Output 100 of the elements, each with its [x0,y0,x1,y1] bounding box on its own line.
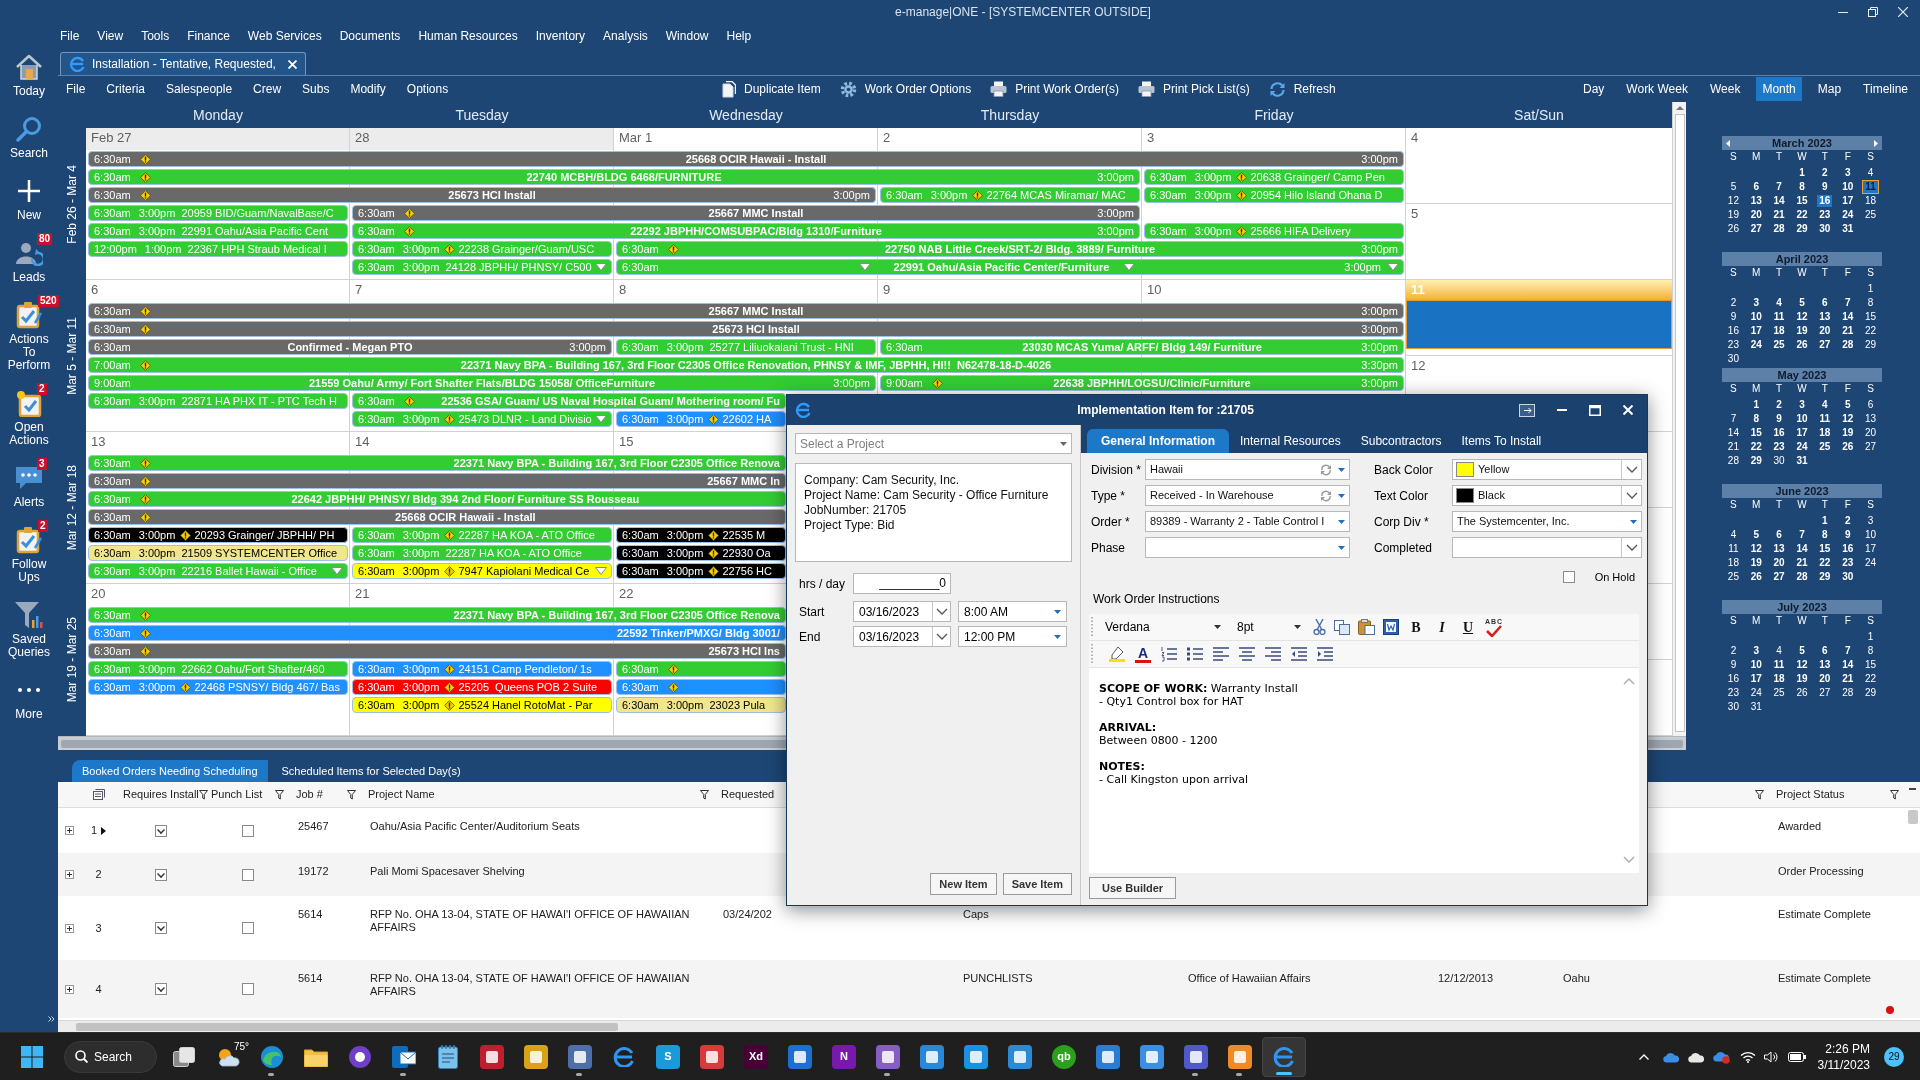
mini-day[interactable]: 30 [1725,353,1741,365]
mini-day[interactable]: 28 [1840,687,1856,699]
mini-day[interactable]: 6 [1865,399,1876,411]
calendar-event[interactable]: 6:30am 3:00pm 7947 Kapiolani Medical Ce [352,563,612,579]
toolbar-button[interactable]: Work Order Options [839,80,972,98]
color-dropdown[interactable]: Yellow [1452,459,1642,480]
mini-day[interactable]: 30 [1817,223,1833,235]
mini-day[interactable]: 4 [1728,529,1739,541]
sidebar-item[interactable]: Saved Queries [0,598,58,659]
mini-day[interactable]: 5 [1797,297,1807,309]
mini-day[interactable]: 27 [1817,339,1833,351]
mini-day[interactable]: 8 [1820,529,1830,541]
mini-day[interactable]: 23 [1771,441,1787,453]
mini-day[interactable]: 5 [1751,529,1762,541]
menu-item[interactable]: File [60,27,80,45]
view-tab[interactable]: Week [1703,77,1747,101]
project-dropdown[interactable]: Select a Project [795,433,1072,454]
refresh-icon[interactable] [1320,489,1332,502]
mini-day[interactable]: 2 [1820,167,1830,179]
mini-day[interactable]: 22 [1794,209,1810,221]
mini-day[interactable]: 16 [1840,543,1856,555]
mini-day[interactable]: 8 [1751,413,1762,425]
menu-item[interactable]: Human Resources [418,27,518,45]
day-header[interactable]: 15 [614,432,638,454]
mini-day[interactable]: 13 [1771,543,1787,555]
menu-item[interactable]: Finance [187,27,230,45]
mini-day[interactable]: 11 [1771,659,1787,671]
mini-day[interactable]: 24 [1794,441,1810,453]
calendar-event[interactable]: 6:30am 3:00pm 23023 Pula [616,697,786,713]
calendar-event[interactable]: 6:30am 25667 MMC Install 3:00pm [88,303,1404,319]
day-header[interactable]: 6 [86,280,103,302]
sidebar-item[interactable]: 2 Open Actions [0,386,58,447]
mini-day[interactable]: 11 [1726,543,1741,555]
mini-day[interactable]: 28 [1771,223,1787,235]
mini-day[interactable]: 30 [1725,701,1741,713]
view-tab[interactable]: Work Week [1620,77,1694,101]
date-field[interactable]: 03/16/2023 [853,626,951,647]
mini-day[interactable]: 1 [1865,631,1876,643]
day-header[interactable]: 10 [1142,280,1166,302]
mini-day[interactable]: 10 [1794,413,1810,425]
mini-day[interactable]: 21 [1840,673,1856,685]
mini-day[interactable]: 1 [1865,283,1876,295]
mini-day[interactable]: 26 [1748,571,1764,583]
mini-day[interactable]: 3 [1751,297,1762,309]
scissors-icon[interactable] [1313,619,1326,635]
day-header[interactable]: 22 [614,584,638,606]
mini-day[interactable]: 5 [1728,181,1739,193]
calendar-event[interactable]: 6:30am 3:00pm 22930 Oa [616,545,786,561]
mini-day[interactable]: 6 [1820,645,1830,657]
mini-day[interactable]: 17 [1840,195,1856,207]
day-header[interactable]: 20 [86,584,110,606]
sidebar-item[interactable]: New [0,174,58,222]
mini-day[interactable]: 27 [1817,687,1833,699]
calendar-event[interactable]: 6:30am 3:00pm 25524 Hanel RotoMat - Par [352,697,612,713]
calendar-event[interactable]: 6:30am 25673 HCI Install 3:00pm [88,187,876,203]
vertical-scrollbar[interactable] [1672,102,1686,736]
refresh-icon[interactable] [1320,463,1332,476]
mini-day[interactable]: 7 [1842,297,1853,309]
day-header[interactable]: 7 [350,280,367,302]
mini-day[interactable]: 8 [1865,645,1876,657]
toolbar-menu[interactable]: Criteria [106,80,145,98]
dropdown-field[interactable]: Received - In Warehouse [1145,485,1350,506]
mini-day[interactable]: 18 [1771,673,1787,685]
mini-day[interactable]: 2 [1728,645,1739,657]
mini-day[interactable]: 26 [1725,223,1741,235]
mini-day[interactable]: 19 [1748,557,1764,569]
taskbar-button[interactable]: N [822,1036,866,1077]
toolbar-menu[interactable]: Crew [253,80,282,98]
mini-day[interactable]: 11 [1817,413,1833,425]
expand-icon[interactable] [64,923,74,933]
menu-item[interactable]: Window [665,27,709,45]
use-builder-button[interactable]: Use Builder [1089,877,1177,899]
expand-icon[interactable] [64,826,74,835]
toolbar-menu[interactable]: Options [406,80,449,98]
mini-day[interactable]: 7 [1842,645,1853,657]
mini-day[interactable]: 27 [1863,441,1879,453]
mini-day[interactable]: 1 [1820,515,1830,527]
mini-day[interactable]: 9 [1842,529,1853,541]
calendar-event[interactable]: 6:30am 3:00pm 22535 M [616,527,786,543]
mini-day[interactable]: 6 [1820,297,1830,309]
mini-day[interactable]: 28 [1840,339,1856,351]
menu-item[interactable]: Tools [141,27,170,45]
mini-day[interactable]: 25 [1863,209,1879,221]
panel-tab[interactable]: Scheduled Items for Selected Day(s) [271,760,471,782]
mini-day[interactable]: 15 [1863,311,1879,323]
mini-day[interactable]: 24 [1840,209,1856,221]
day-header[interactable]: 8 [614,280,631,302]
mini-day[interactable]: 3 [1865,515,1876,527]
column-header[interactable]: Requires Install [123,786,199,803]
checkbox[interactable] [241,824,254,837]
toolbar-button[interactable]: Refresh [1268,80,1336,98]
dialog-button[interactable]: Save Item [1002,873,1072,895]
calendar-event[interactable]: 6:30am 25667 MMC In [88,473,786,489]
calendar-event[interactable]: 6:30am 25673 HCI Install 3:00pm [88,321,1404,337]
document-tab[interactable]: Installation - Tentative, Requested, [60,52,306,75]
calendar-event[interactable]: 6:30am 3:00pm 25205 Queens POB 2 Suite [352,679,612,695]
mini-day[interactable]: 28 [1725,455,1741,467]
menu-item[interactable]: Web Services [247,27,322,45]
mini-day[interactable]: 17 [1794,427,1810,439]
column-header[interactable]: Job # [296,786,323,803]
